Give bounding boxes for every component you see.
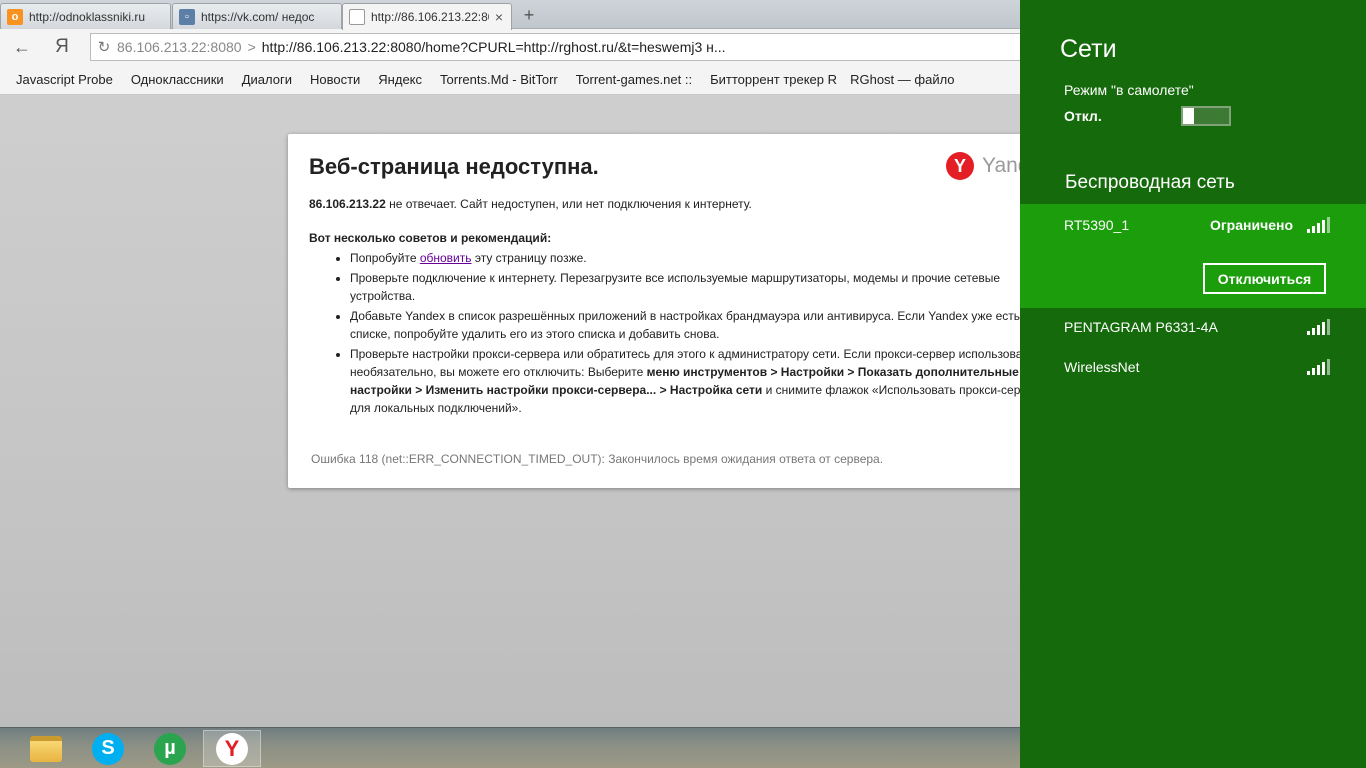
- toggle-knob: [1183, 108, 1194, 124]
- taskbar-yandex-browser[interactable]: Y: [203, 730, 261, 767]
- tip-item: Добавьте Yandex в список разрешённых при…: [350, 307, 1040, 343]
- reload-icon[interactable]: ↻: [91, 38, 117, 56]
- new-tab-button[interactable]: +: [518, 4, 540, 26]
- airplane-mode-label: Режим "в самолете": [1064, 82, 1194, 98]
- error-message: 86.106.213.22 не отвечает. Сайт недоступ…: [309, 197, 1048, 211]
- page-content: Веб-страница недоступна. Y Yandex 86.106…: [0, 96, 1052, 727]
- bookmark-odnoklassniki[interactable]: Одноклассники: [122, 72, 233, 87]
- reload-link[interactable]: обновить: [420, 251, 472, 265]
- browser-window: o http://odnoklassniki.ru ▫ https://vk.c…: [0, 0, 1052, 727]
- tip-item: Проверьте подключение к интернету. Перез…: [350, 269, 1040, 305]
- bookmark-yandex[interactable]: Яндекс: [369, 72, 431, 87]
- bookmark-novosti[interactable]: Новости: [301, 72, 369, 87]
- address-url: http://86.106.213.22:8080/home?CPURL=htt…: [261, 39, 726, 55]
- close-tab-icon[interactable]: ×: [495, 9, 503, 25]
- utorrent-icon: µ: [154, 732, 186, 765]
- tip-item: Проверьте настройки прокси-сервера или о…: [350, 345, 1040, 417]
- wireless-section-title: Беспроводная сеть: [1065, 172, 1235, 193]
- taskbar-explorer[interactable]: [17, 730, 75, 767]
- address-host: 86.106.213.22:8080: [117, 39, 242, 55]
- taskbar-skype[interactable]: S: [79, 730, 137, 767]
- tips-title: Вот несколько советов и рекомендаций:: [309, 231, 552, 245]
- network-item-wirelessnet[interactable]: WirelessNet: [1064, 356, 1330, 378]
- tab-strip: o http://odnoklassniki.ru ▫ https://vk.c…: [0, 0, 1020, 30]
- tab-vk[interactable]: ▫ https://vk.com/ недос: [172, 3, 342, 29]
- page-icon: [349, 9, 365, 25]
- error-title: Веб-страница недоступна.: [309, 154, 599, 179]
- wifi-signal-icon: [1307, 217, 1330, 233]
- ok-icon: o: [7, 8, 23, 25]
- tab-odnoklassniki[interactable]: o http://odnoklassniki.ru: [0, 3, 171, 29]
- airplane-mode-toggle[interactable]: [1181, 106, 1231, 126]
- bookmark-dialogi[interactable]: Диалоги: [233, 72, 301, 87]
- network-name: PENTAGRAM P6331-4A: [1064, 319, 1218, 335]
- yandex-logo-icon: Y: [946, 152, 974, 180]
- error-code: Ошибка 118 (net::ERR_CONNECTION_TIMED_OU…: [311, 452, 884, 466]
- yandex-browser-icon: Y: [216, 732, 248, 765]
- tip-item: Попробуйте обновить эту страницу позже.: [350, 249, 1040, 267]
- file-explorer-icon: [30, 735, 62, 762]
- bookmark-torrents-md[interactable]: Torrents.Md - BitTorr: [431, 72, 567, 87]
- address-separator: >: [247, 39, 256, 55]
- error-host: 86.106.213.22: [309, 197, 386, 211]
- taskbar-utorrent[interactable]: µ: [141, 730, 199, 767]
- network-item-pentagram[interactable]: PENTAGRAM P6331-4A: [1064, 316, 1330, 338]
- networks-title: Сети: [1060, 35, 1117, 63]
- tip-text: Попробуйте: [350, 251, 420, 265]
- error-message-text: не отвечает. Сайт недоступен, или нет по…: [385, 197, 752, 211]
- bookmark-torrent-games[interactable]: Torrent-games.net ::: [567, 72, 701, 87]
- network-name: WirelessNet: [1064, 359, 1140, 375]
- bookmarks-bar: Javascript Probe Одноклассники Диалоги Н…: [0, 65, 1020, 95]
- network-status: Ограничено: [1209, 217, 1293, 233]
- taskbar: S µ Y: [0, 727, 1020, 768]
- back-arrow-icon[interactable]: ←: [10, 36, 34, 58]
- airplane-mode-state: Откл.: [1064, 108, 1102, 124]
- skype-icon: S: [92, 732, 124, 765]
- yandex-home-button[interactable]: Я: [50, 36, 74, 58]
- networks-panel: Сети Режим "в самолете" Откл. Беспроводн…: [1020, 0, 1366, 768]
- tips-list: Попробуйте обновить эту страницу позже. …: [350, 249, 1040, 417]
- disconnect-button[interactable]: Отключиться: [1203, 263, 1326, 294]
- vk-icon: ▫: [179, 8, 195, 25]
- address-bar[interactable]: ↻ 86.106.213.22:8080 > http://86.106.213…: [90, 33, 1030, 61]
- tip-text: эту страницу позже.: [471, 251, 587, 265]
- network-item-connected[interactable]: RT5390_1 Ограничено Отключиться: [1020, 204, 1366, 308]
- bookmark-javascript-probe[interactable]: Javascript Probe: [0, 72, 122, 87]
- network-row: RT5390_1 Ограничено: [1064, 214, 1330, 236]
- bookmark-rghost[interactable]: RGhost — файло: [841, 72, 963, 87]
- wifi-signal-icon: [1307, 359, 1330, 375]
- error-card: Веб-страница недоступна. Y Yandex 86.106…: [288, 134, 1052, 488]
- browser-toolbar: ← Я ↻ 86.106.213.22:8080 > http://86.106…: [0, 29, 1030, 65]
- network-name: RT5390_1: [1064, 217, 1130, 233]
- bookmark-bittorrent-tracker[interactable]: Битторрент трекер R: [701, 72, 841, 87]
- wifi-signal-icon: [1307, 319, 1330, 335]
- tab-active-page[interactable]: http://86.106.213.22:80 ×: [342, 3, 512, 30]
